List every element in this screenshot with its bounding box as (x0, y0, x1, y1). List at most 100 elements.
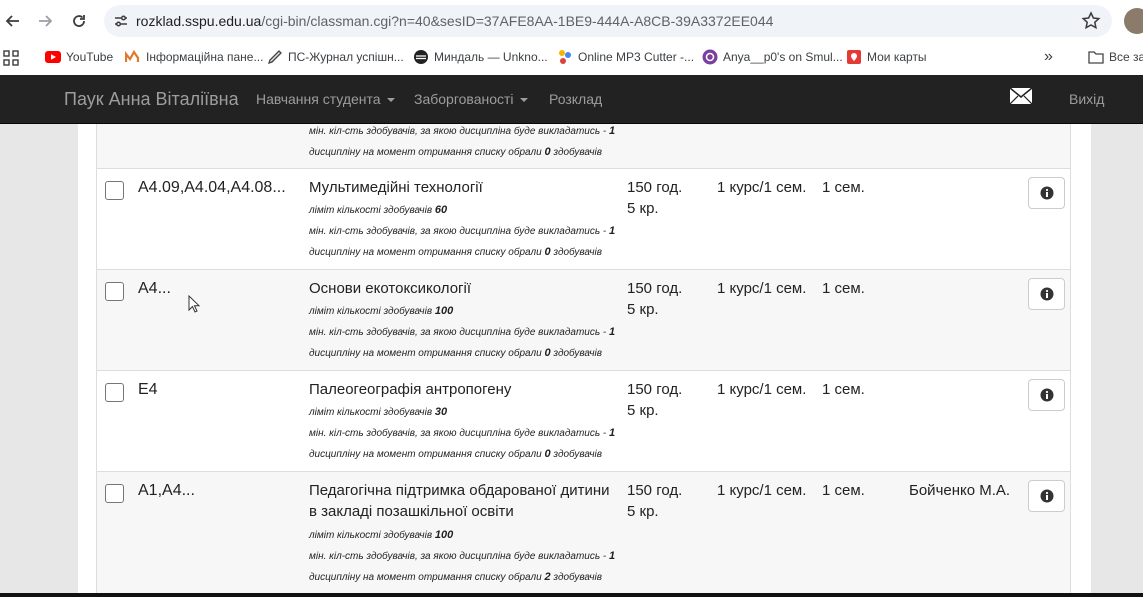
logout-link[interactable]: Вихід (1069, 91, 1104, 107)
min-students-text: мін. кіл-сть здобувачів, за якою дисципл… (309, 550, 616, 562)
address-bar[interactable]: rozklad.sspu.edu.ua/cgi-bin/classman.cgi… (104, 5, 1112, 37)
url-text: rozklad.sspu.edu.ua/cgi-bin/classman.cgi… (136, 13, 773, 29)
limit-text: ліміт кількості здобувачів 100 (309, 529, 454, 541)
teacher: Бойченко М.А. (909, 482, 1011, 499)
discipline-title: Основи екотоксикології (309, 280, 472, 297)
chosen-students-text: дисципліну на момент отримання списку об… (309, 571, 602, 583)
nav-debts[interactable]: Заборгованості (414, 91, 528, 107)
info-button[interactable] (1028, 177, 1065, 209)
course-semester: 1 курс/1 сем. (717, 280, 807, 297)
bookmark-mp3-cutter[interactable]: Online MP3 Cutter -... (557, 45, 694, 69)
credits: 5 кр. (627, 200, 659, 217)
bookmark-youtube[interactable]: YouTube (45, 45, 113, 69)
dots-icon (557, 49, 573, 65)
nav-label: Розклад (549, 91, 603, 107)
arrow-left-icon (5, 15, 19, 27)
reload-icon (73, 15, 85, 27)
info-button[interactable] (1028, 379, 1065, 411)
folder-icon (1088, 49, 1104, 65)
semester: 1 сем. (822, 280, 865, 297)
bookmark-smule[interactable]: Anya__p0's on Smul... (702, 45, 843, 69)
select-checkbox[interactable] (105, 282, 124, 301)
discipline-title-line2: в закладі позашкільної освіти (309, 503, 514, 520)
caret-down-icon (519, 98, 528, 103)
reload-button[interactable] (62, 4, 96, 38)
nav-schedule[interactable]: Розклад (549, 91, 602, 107)
info-icon (1040, 287, 1053, 301)
hours: 150 год. (627, 381, 683, 398)
bookmarks-overflow-button[interactable]: » (1044, 45, 1053, 69)
semester: 1 сем. (822, 381, 865, 398)
select-checkbox[interactable] (105, 383, 124, 402)
bookmark-label: Все за (1109, 50, 1143, 64)
hours: 150 год. (627, 280, 683, 297)
limit-text: ліміт кількості здобувачів 60 (309, 204, 448, 216)
table-row: Е4 Палеогеографія антропогену ліміт кіль… (97, 370, 1070, 471)
chosen-students-text: дисципліну на момент отримання списку об… (309, 146, 602, 158)
course-semester: 1 курс/1 сем. (717, 179, 807, 196)
bookmark-label: Миндаль — Unkno... (434, 50, 548, 64)
select-checkbox[interactable] (105, 484, 124, 503)
course-semester: 1 курс/1 сем. (717, 482, 807, 499)
all-bookmarks-button[interactable]: Все за (1088, 45, 1143, 69)
table-row: А4... Основи екотоксикології ліміт кільк… (97, 269, 1070, 370)
info-icon (1040, 388, 1053, 402)
limit-text: ліміт кількості здобувачів 100 (309, 305, 454, 317)
limit-text: ліміт кількості здобувачів 30 (309, 406, 448, 418)
min-students-text: мін. кіл-сть здобувачів, за якою дисципл… (309, 225, 616, 237)
bookmark-journal[interactable]: ПС-Журнал успішн... (267, 45, 404, 69)
back-button[interactable] (0, 4, 30, 38)
youtube-icon (45, 49, 61, 65)
nav-label: Навчання студента (256, 91, 381, 107)
credits: 5 кр. (627, 301, 659, 318)
discipline-code: А4... (138, 280, 171, 297)
nav-label: Заборгованості (414, 91, 514, 107)
credits: 5 кр. (627, 503, 659, 520)
bookmark-label: Online MP3 Cutter -... (578, 50, 695, 64)
site-navbar: Паук Анна Віталіївна Навчання студента З… (0, 75, 1143, 124)
smule-icon (702, 49, 718, 65)
select-checkbox[interactable] (105, 181, 124, 200)
mouse-cursor-icon (188, 294, 201, 318)
site-settings-icon[interactable] (106, 6, 136, 36)
url-host: rozklad.sspu.edu.ua (136, 13, 262, 29)
info-button[interactable] (1028, 480, 1065, 512)
chosen-students-text: дисципліну на момент отримання списку об… (309, 246, 602, 258)
browser-toolbar: rozklad.sspu.edu.ua/cgi-bin/classman.cgi… (0, 0, 1143, 42)
profile-avatar[interactable] (1124, 8, 1143, 34)
apps-icon[interactable] (3, 46, 19, 70)
bookmark-maps[interactable]: Мои карты (846, 45, 927, 69)
bookmark-label: YouTube (66, 50, 114, 64)
chosen-students-text: дисципліну на момент отримання списку об… (309, 448, 602, 460)
bookmarks-bar: YouTube Інформаційна пане... ПС-Журнал у… (0, 42, 1143, 72)
disciplines-table: мін. кіл-сть здобувачів, за якою дисципл… (96, 124, 1071, 594)
semester: 1 сем. (822, 482, 865, 499)
m-logo-icon (125, 49, 141, 65)
bookmark-label: ПС-Журнал успішн... (288, 50, 404, 64)
nav-student-learning[interactable]: Навчання студента (256, 91, 395, 107)
user-name-brand[interactable]: Паук Анна Віталіївна (64, 89, 239, 110)
semester: 1 сем. (822, 179, 865, 196)
info-icon (1040, 489, 1053, 503)
forward-button[interactable] (28, 4, 62, 38)
discipline-title: Палеогеографія антропогену (309, 381, 512, 398)
discipline-title: Педагогічна підтримка обдарованої дитини (309, 482, 610, 499)
mail-icon[interactable] (1009, 87, 1033, 105)
caret-down-icon (386, 98, 395, 103)
bookmark-label: Anya__p0's on Smul... (723, 50, 843, 64)
hours: 150 год. (627, 179, 683, 196)
url-path: /cgi-bin/classman.cgi?n=40&sesID=37AFE8A… (261, 13, 774, 29)
info-icon (1040, 186, 1053, 200)
min-students-text: мін. кіл-сть здобувачів, за якою дисципл… (309, 427, 616, 439)
bookmark-info-panel[interactable]: Інформаційна пане... (125, 45, 263, 69)
map-pin-icon (846, 49, 862, 65)
table-row: А4.09,А4.04,А4.08... Мультимедійні техно… (97, 168, 1070, 269)
discipline-title: Мультимедійні технології (309, 179, 483, 196)
music-icon (413, 49, 429, 65)
info-button[interactable] (1028, 278, 1065, 310)
bookmark-star-icon[interactable] (1080, 10, 1102, 32)
chosen-students-text: дисципліну на момент отримання списку об… (309, 347, 602, 359)
pen-icon (267, 49, 283, 65)
bookmark-mindal[interactable]: Миндаль — Unkno... (413, 45, 548, 69)
min-students-text: мін. кіл-сть здобувачів, за якою дисципл… (309, 326, 616, 338)
